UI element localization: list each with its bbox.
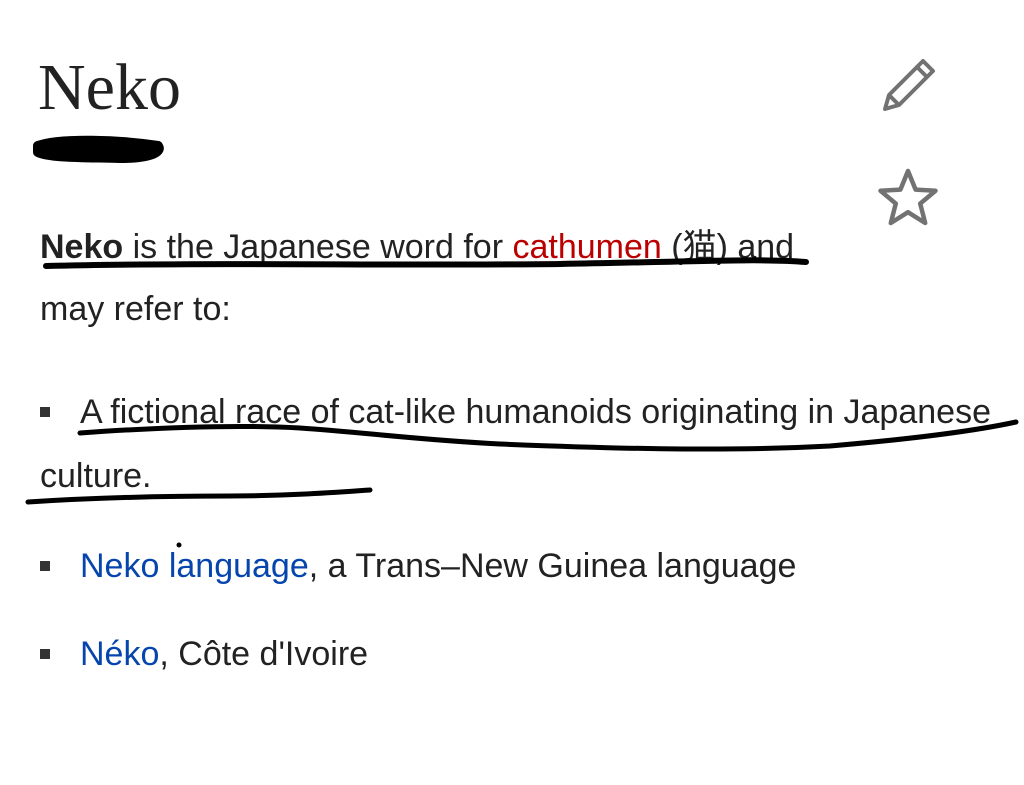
disambiguation-list: A fictional race of cat-like humanoids o… (0, 380, 1000, 686)
neko-language-link[interactable]: Neko language (80, 547, 309, 585)
edit-button[interactable] (872, 48, 944, 120)
star-icon (878, 168, 938, 226)
list-item: Neko language, a Trans–New Guinea langua… (0, 534, 1000, 598)
bullet-icon (40, 649, 50, 659)
page-title: Neko (38, 51, 181, 124)
lead-term: Neko (40, 228, 124, 266)
watch-star-button[interactable] (872, 162, 944, 234)
redaction-scribble (33, 135, 164, 163)
bullet-icon (40, 407, 50, 417)
list-item-text: , a Trans–New Guinea language (308, 547, 797, 585)
pencil-icon (883, 59, 935, 111)
list-item-text: , Côte d'Ivoire (159, 635, 369, 673)
lead-text: is the Japanese word for (123, 228, 513, 266)
cathumen-link[interactable]: cathumen (512, 228, 661, 266)
list-item-text: A fictional race of cat-like humanoids o… (40, 393, 991, 495)
list-item: A fictional race of cat-like humanoids o… (0, 380, 1000, 508)
bullet-icon (40, 561, 50, 571)
lead-paragraph: Neko is the Japanese word for cathumen (… (40, 216, 820, 340)
list-item: Néko, Côte d'Ivoire (0, 622, 1000, 686)
neko-place-link[interactable]: Néko (80, 635, 159, 673)
